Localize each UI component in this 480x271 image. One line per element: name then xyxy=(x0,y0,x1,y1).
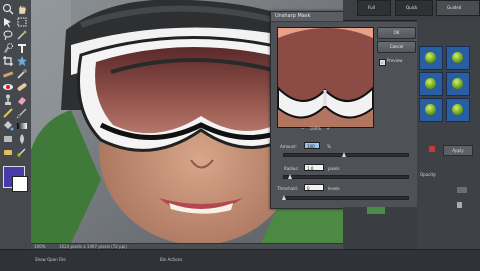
background-color-swatch[interactable] xyxy=(12,176,28,192)
sponge-tool-icon[interactable] xyxy=(2,146,14,158)
lasso-tool-icon[interactable] xyxy=(2,29,14,41)
effect-thumbnail[interactable] xyxy=(419,98,443,122)
eyedropper-tool-icon[interactable] xyxy=(16,68,28,80)
pencil-tool-icon[interactable] xyxy=(2,107,14,119)
zoom-in-icon[interactable]: + xyxy=(326,126,329,131)
crop-tool-icon[interactable] xyxy=(2,55,14,67)
type-tool-icon[interactable] xyxy=(16,42,28,54)
straighten-tool-icon[interactable] xyxy=(2,68,14,80)
effect-thumbnail[interactable] xyxy=(446,72,470,96)
preview-pane[interactable] xyxy=(277,27,374,128)
gradient-tool-icon[interactable] xyxy=(16,120,28,132)
project-bin-bar: Show Open File Bin Actions xyxy=(0,249,480,271)
effect-thumbnail[interactable] xyxy=(446,46,470,70)
effect-thumbnail[interactable] xyxy=(446,98,470,122)
tab-quick-label: Quick xyxy=(406,5,418,10)
smart-brush-tool-icon[interactable] xyxy=(16,146,28,158)
apply-button[interactable]: Apply xyxy=(443,145,473,156)
lock-icon[interactable] xyxy=(457,202,462,208)
zoom-out-icon[interactable]: − xyxy=(301,126,304,131)
layers-panel xyxy=(343,207,417,249)
move-tool-icon[interactable] xyxy=(2,16,14,28)
tab-quick[interactable]: Quick xyxy=(395,0,433,16)
cookie-cutter-tool-icon[interactable] xyxy=(16,55,28,67)
toolbox xyxy=(0,0,32,270)
effects-panel: Apply Opacity: xyxy=(417,20,480,249)
opacity-label: Opacity: xyxy=(420,172,437,177)
zoom-tool-icon[interactable] xyxy=(2,3,14,15)
shape-tool-icon[interactable] xyxy=(2,133,14,145)
threshold-label: Threshold: xyxy=(277,186,299,191)
tab-guided[interactable]: Guided xyxy=(436,0,480,16)
amount-slider-thumb[interactable] xyxy=(342,152,346,157)
radius-slider-thumb[interactable] xyxy=(288,174,292,179)
hand-tool-icon[interactable] xyxy=(16,3,28,15)
radius-field[interactable]: 1.0 xyxy=(304,164,324,171)
quick-selection-tool-icon[interactable] xyxy=(2,42,14,54)
preview-checkbox[interactable]: ✓ xyxy=(379,59,386,66)
spot-healing-tool-icon[interactable] xyxy=(16,81,28,93)
trash-icon[interactable] xyxy=(429,146,435,152)
radius-unit: pixels xyxy=(328,166,340,171)
threshold-slider-thumb[interactable] xyxy=(282,195,286,200)
magic-wand-tool-icon[interactable] xyxy=(16,29,28,41)
tab-full[interactable]: Full xyxy=(357,0,391,16)
amount-field[interactable]: 100 xyxy=(304,142,320,149)
threshold-slider[interactable] xyxy=(282,195,409,200)
preview-image xyxy=(278,28,373,127)
blur-tool-icon[interactable] xyxy=(16,133,28,145)
threshold-unit: levels xyxy=(328,186,340,191)
marquee-tool-icon[interactable] xyxy=(16,16,28,28)
brush-tool-icon[interactable] xyxy=(16,107,28,119)
preview-label: Preview xyxy=(387,58,403,63)
amount-unit: % xyxy=(327,144,331,149)
layer-thumbnail[interactable] xyxy=(367,207,385,214)
ok-button[interactable]: OK xyxy=(377,27,416,39)
bin-actions-menu[interactable]: Bin Actions xyxy=(160,257,182,262)
amount-slider[interactable] xyxy=(283,152,409,157)
red-eye-tool-icon[interactable] xyxy=(2,81,14,93)
paint-bucket-tool-icon[interactable] xyxy=(2,120,14,132)
tab-guided-label: Guided xyxy=(447,5,462,10)
clone-stamp-tool-icon[interactable] xyxy=(2,94,14,106)
cancel-button[interactable]: Cancel xyxy=(377,41,416,53)
radius-label: Radius: xyxy=(284,166,299,171)
new-layer-icon[interactable] xyxy=(457,187,467,193)
eraser-tool-icon[interactable] xyxy=(16,94,28,106)
effect-thumbnail[interactable] xyxy=(419,72,443,96)
effect-thumbnail[interactable] xyxy=(419,46,443,70)
preview-zoom-label: 100% xyxy=(309,126,322,131)
amount-label: Amount: xyxy=(280,144,298,149)
radius-slider[interactable] xyxy=(283,174,409,179)
show-open-file-dropdown[interactable]: Show Open File xyxy=(35,257,66,262)
threshold-field[interactable]: 0 xyxy=(304,184,324,191)
mode-tabs-bar: Full Quick Guided xyxy=(343,0,480,21)
unsharp-mask-dialog: Unsharp Mask − 100% + OK Cancel ✓ Previe… xyxy=(270,11,419,209)
tab-full-label: Full xyxy=(368,5,375,10)
dialog-title: Unsharp Mask xyxy=(275,13,311,19)
